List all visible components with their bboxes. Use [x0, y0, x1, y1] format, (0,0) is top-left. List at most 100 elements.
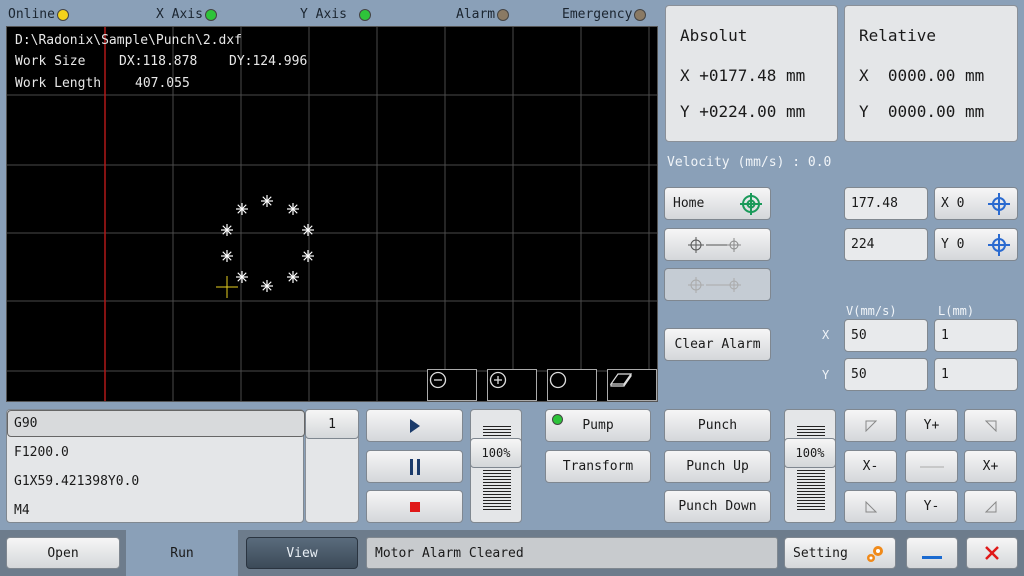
work-size-dx: DX:118.878 [119, 54, 198, 69]
canvas-drawing [7, 27, 657, 401]
x-position-field[interactable]: 177.48 [844, 187, 928, 220]
home-button[interactable]: Home [664, 187, 771, 220]
home-button-label: Home [673, 196, 705, 211]
setting-label: Setting [793, 545, 848, 561]
relative-position-panel: Relative X 0000.00 mm Y 0000.00 mm [844, 5, 1018, 142]
velocity-readout: Velocity (mm/s) : 0.0 [667, 155, 832, 170]
zero-y-button[interactable]: Y 0 [934, 228, 1018, 261]
punch-points [221, 195, 314, 292]
zoom-out-button[interactable] [427, 369, 477, 401]
tab-run[interactable]: Run [126, 530, 238, 576]
punch-down-button[interactable]: Punch Down [664, 490, 771, 523]
x-row-label: X [822, 328, 830, 342]
arrow-up-right-icon [984, 420, 996, 432]
dash-icon [919, 466, 944, 467]
y-row-label: Y [822, 368, 830, 382]
goto-point-button[interactable] [664, 268, 771, 301]
eraser-icon [609, 373, 633, 387]
y-velocity-field[interactable]: 50 [844, 358, 928, 391]
status-emergency: Emergency [562, 7, 647, 22]
stop-button[interactable] [366, 490, 463, 523]
gcode-list[interactable]: G90 F1200.0 G1X59.421398Y0.0 M4 [6, 409, 305, 523]
x-axis-indicator-icon [204, 8, 217, 21]
pump-button[interactable]: Pump [545, 409, 651, 442]
gcode-line[interactable]: G1X59.421398Y0.0 [14, 474, 139, 489]
work-size-label: Work Size [15, 54, 86, 69]
zoom-fit-button[interactable] [547, 369, 597, 401]
jog-x-plus-button[interactable]: X+ [964, 450, 1017, 483]
zero-x-button[interactable]: X 0 [934, 187, 1018, 220]
pause-button[interactable] [366, 450, 463, 483]
zero-y-label: Y 0 [941, 237, 965, 252]
punch-button[interactable]: Punch [664, 409, 771, 442]
slider-track-bottom [483, 470, 511, 512]
punch-point-icon [236, 271, 248, 283]
punch-up-button[interactable]: Punch Up [664, 450, 771, 483]
jog-up-left-button[interactable] [844, 409, 897, 442]
gcode-line[interactable]: F1200.0 [14, 445, 69, 460]
target-icon [740, 192, 762, 215]
jog-speed-handle[interactable]: 100% [784, 438, 836, 468]
punch-point-icon [236, 203, 248, 215]
x-velocity-field[interactable]: 50 [844, 319, 928, 352]
y-position-field[interactable]: 224 [844, 228, 928, 261]
feed-override-slider[interactable]: 100% [470, 409, 522, 523]
file-path: D:\Radonix\Sample\Punch\2.dxf [15, 33, 242, 48]
absolute-y: Y +0224.00 mm [680, 102, 806, 121]
online-indicator-icon [56, 8, 69, 21]
jog-up-right-button[interactable] [964, 409, 1017, 442]
work-length-label: Work Length [15, 76, 102, 91]
feed-override-handle[interactable]: 100% [470, 438, 522, 468]
tab-open[interactable]: Open [6, 537, 120, 569]
punch-point-icon [261, 195, 273, 207]
emergency-indicator-icon [634, 8, 647, 21]
jog-speed-slider[interactable]: 100% [784, 409, 836, 523]
origin-cursor [216, 276, 238, 298]
status-alarm-label: Alarm [456, 7, 496, 22]
y-length-field[interactable]: 1 [934, 358, 1018, 391]
jog-center-button[interactable] [905, 450, 958, 483]
tab-view[interactable]: View [246, 537, 358, 569]
relative-y: Y 0000.00 mm [859, 102, 985, 121]
close-button[interactable] [966, 537, 1018, 569]
circle-icon [549, 371, 567, 389]
jog-down-left-button[interactable] [844, 490, 897, 523]
length-column-header: L(mm) [938, 304, 975, 318]
jog-y-minus-button[interactable]: Y- [905, 490, 958, 523]
message-bar: Motor Alarm Cleared [366, 537, 778, 569]
status-alarm: Alarm [456, 7, 510, 22]
transform-button[interactable]: Transform [545, 450, 651, 483]
line-number[interactable]: 1 [305, 409, 359, 439]
drawing-canvas[interactable]: D:\Radonix\Sample\Punch\2.dxf Work Size … [6, 26, 658, 402]
punch-point-icon [221, 224, 233, 236]
x-length-field[interactable]: 1 [934, 319, 1018, 352]
stop-icon [409, 501, 420, 512]
absolute-position-panel: Absolut X +0177.48 mm Y +0224.00 mm [665, 5, 838, 142]
clear-alarm-button[interactable]: Clear Alarm [664, 328, 771, 361]
start-button[interactable] [366, 409, 463, 442]
minimize-button[interactable] [906, 537, 958, 569]
arrow-down-left-icon [865, 500, 877, 512]
zoom-out-icon [429, 371, 447, 389]
status-emergency-label: Emergency [562, 7, 633, 22]
absolute-title: Absolut [680, 26, 748, 45]
status-y-axis: Y Axis [300, 7, 371, 22]
punch-point-icon [261, 280, 273, 292]
jog-y-plus-button[interactable]: Y+ [905, 409, 958, 442]
clear-drawing-button[interactable] [607, 369, 657, 401]
setting-button[interactable]: Setting [784, 537, 896, 569]
crosshair-icon [988, 192, 1010, 215]
jog-x-minus-button[interactable]: X- [844, 450, 897, 483]
gcode-line[interactable]: G90 [14, 416, 37, 431]
pump-indicator-icon [552, 414, 563, 425]
jog-down-right-button[interactable] [964, 490, 1017, 523]
status-y-axis-label: Y Axis [300, 7, 347, 22]
punch-point-icon [221, 250, 233, 262]
minimize-icon [922, 556, 942, 559]
close-icon [985, 546, 999, 560]
zoom-in-button[interactable] [487, 369, 537, 401]
goto-origin-button[interactable] [664, 228, 771, 261]
gcode-line[interactable]: M4 [14, 503, 30, 518]
pause-icon [409, 458, 420, 475]
gears-icon [867, 546, 883, 562]
